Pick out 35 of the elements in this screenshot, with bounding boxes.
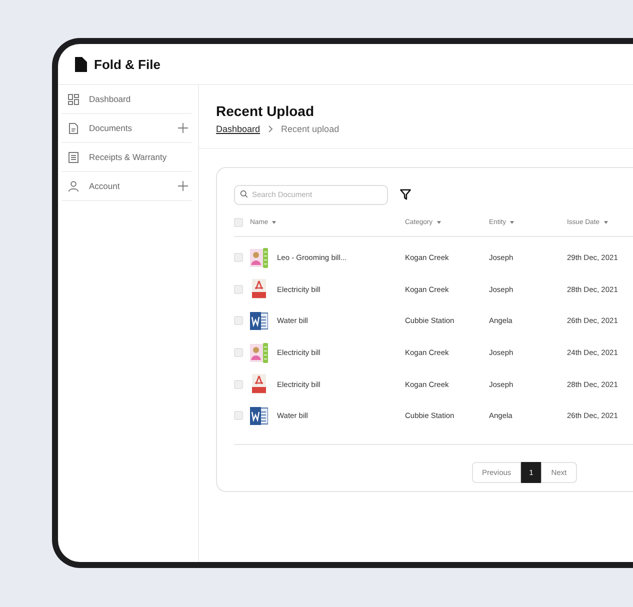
sort-caret-icon[interactable] — [272, 220, 276, 224]
sort-caret-icon[interactable] — [436, 220, 441, 224]
select-all-checkbox[interactable] — [234, 218, 243, 226]
plus-icon[interactable] — [178, 181, 188, 191]
sort-caret-icon[interactable] — [604, 220, 608, 224]
row-checkbox[interactable] — [234, 348, 243, 358]
grid-icon — [68, 94, 79, 104]
row-checkbox[interactable] — [234, 316, 243, 326]
pdf-file-icon — [250, 374, 268, 394]
breadcrumb-current: Recent upload — [281, 124, 340, 134]
sidebar-item[interactable]: Account — [62, 172, 192, 201]
filter-icon[interactable] — [400, 188, 411, 200]
search-icon — [240, 190, 248, 198]
row-checkbox[interactable] — [234, 284, 243, 294]
row-checkbox[interactable] — [234, 253, 243, 262]
image-file-icon — [250, 342, 268, 363]
sort-caret-icon[interactable] — [510, 220, 514, 224]
plus-icon[interactable] — [178, 123, 188, 133]
row-checkbox[interactable] — [234, 380, 243, 389]
breadcrumb-link[interactable]: Dashboard — [216, 124, 260, 134]
pdf-file-icon — [250, 279, 268, 300]
page-title: Recent Upload — [216, 103, 316, 119]
sidebar-item[interactable]: Receipts & Warranty — [62, 143, 192, 172]
row-checkbox[interactable] — [234, 411, 243, 420]
image-file-icon — [250, 248, 268, 268]
sidebar-item[interactable]: Dashboard — [62, 85, 192, 114]
document-icon — [68, 122, 79, 134]
word-file-icon — [250, 310, 268, 331]
brand-name: Fold & File — [94, 56, 160, 72]
document-icon — [75, 56, 87, 72]
sidebar-item[interactable]: Documents — [62, 114, 192, 143]
chevron-right-icon — [268, 125, 274, 133]
user-icon — [68, 180, 79, 192]
word-file-icon — [250, 406, 268, 426]
receipt-icon — [68, 152, 79, 162]
